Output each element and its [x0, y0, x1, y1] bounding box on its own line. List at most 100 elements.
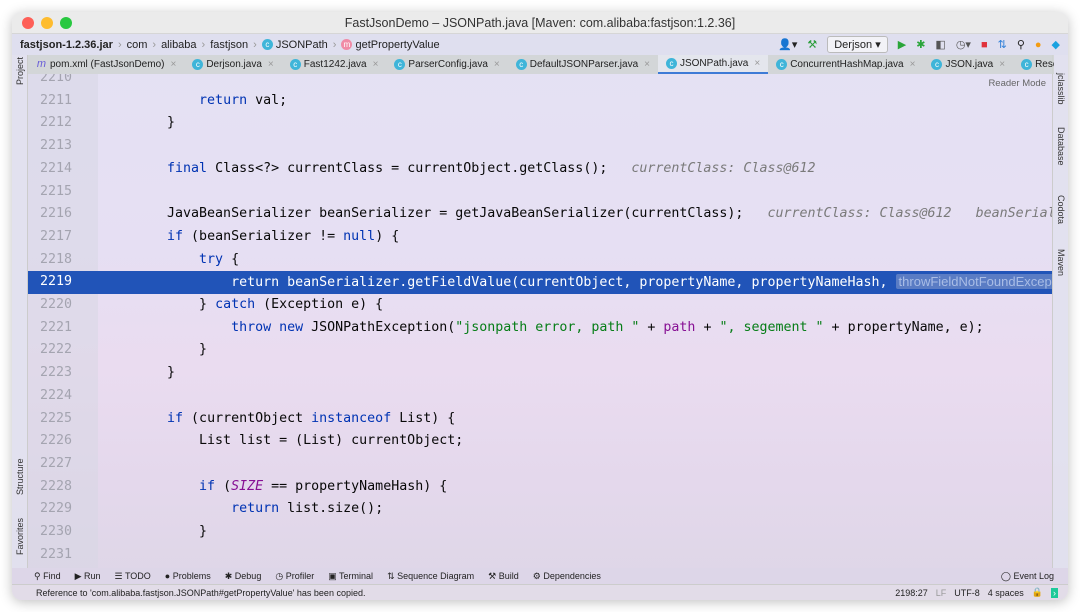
update-icon[interactable]: ●: [1035, 39, 1042, 51]
tool-build[interactable]: ⚒ Build: [488, 571, 519, 582]
code-line[interactable]: 2220 } catch (Exception e) {: [28, 294, 1052, 317]
run-icon[interactable]: ▶: [898, 38, 906, 51]
tool-profiler[interactable]: ◷ Profiler: [275, 571, 314, 582]
tool-sequence-diagram[interactable]: ⇅ Sequence Diagram: [387, 571, 474, 582]
breadcrumb-fastjson[interactable]: fastjson: [210, 39, 248, 51]
close-button[interactable]: [22, 17, 34, 29]
tool-todo[interactable]: ☰ TODO: [115, 571, 151, 582]
plugin-status-icon[interactable]: ›: [1051, 587, 1058, 598]
profile-icon[interactable]: ◷▾: [956, 38, 971, 51]
code-token: try: [199, 251, 224, 267]
tab-parserconfig-java[interactable]: c ParserConfig.java ×: [386, 55, 507, 74]
code-line[interactable]: 2213: [28, 135, 1052, 158]
code-text: JavaBeanSerializer beanSerializer = getJ…: [135, 203, 1052, 226]
code-editor[interactable]: Reader Mode 2210 2211 return val; 2212 } 22…: [28, 74, 1052, 568]
lock-icon[interactable]: 🔒: [1032, 587, 1043, 598]
close-tab-icon[interactable]: ×: [268, 59, 274, 70]
breadcrumb-jar[interactable]: fastjson-1.2.36.jar: [20, 39, 113, 51]
close-tab-icon[interactable]: ×: [754, 58, 760, 69]
plugin-icon[interactable]: ◆: [1052, 38, 1060, 51]
code-line[interactable]: 2217 if (beanSerializer != null) {: [28, 226, 1052, 249]
close-tab-icon[interactable]: ×: [373, 59, 379, 70]
terminal-icon: ▣: [328, 570, 340, 581]
code-text: try {: [135, 249, 239, 272]
class-icon: c: [261, 39, 273, 50]
tool-structure[interactable]: Structure: [15, 458, 25, 495]
minimize-button[interactable]: [41, 17, 53, 29]
tool-favorites[interactable]: Favorites: [15, 518, 25, 555]
zoom-button[interactable]: [60, 17, 72, 29]
code-line[interactable]: 2221 throw new JSONPathException("jsonpa…: [28, 317, 1052, 340]
code-token: if: [199, 478, 216, 494]
code-line[interactable]: 2228 if (SIZE == propertyNameHash) {: [28, 476, 1052, 499]
tab-resolvefielddeserializer-java[interactable]: cResolveFieldDeserializer.java×: [1013, 55, 1054, 74]
close-tab-icon[interactable]: ×: [170, 59, 176, 70]
tool-dependencies[interactable]: ⚙ Dependencies: [533, 571, 601, 582]
indent[interactable]: 4 spaces: [988, 588, 1024, 598]
breadcrumb-com[interactable]: com: [127, 39, 148, 51]
code-line[interactable]: 2224: [28, 385, 1052, 408]
breadcrumb-class[interactable]: JSONPath: [276, 39, 328, 51]
close-tab-icon[interactable]: ×: [999, 59, 1005, 70]
tool-database[interactable]: Database: [1056, 127, 1066, 166]
vcs-icon[interactable]: ⇅: [998, 38, 1007, 51]
coverage-icon[interactable]: ◧: [935, 38, 945, 51]
debug-icon[interactable]: ✱: [916, 38, 925, 51]
tab-concurrenthashmap-java[interactable]: c ConcurrentHashMap.java ×: [768, 55, 923, 74]
code-token: if: [167, 228, 184, 244]
tool-terminal[interactable]: ▣ Terminal: [328, 571, 373, 582]
tab-json-java[interactable]: c JSON.java ×: [923, 55, 1013, 74]
tab-derjson-java[interactable]: c Derjson.java ×: [184, 55, 281, 74]
tool-run[interactable]: ▶ Run: [75, 571, 101, 582]
sequence-diagram-icon: ⇅: [387, 570, 398, 581]
run-config-select[interactable]: Derjson ▾: [827, 36, 888, 53]
code-line[interactable]: 2223 }: [28, 362, 1052, 385]
caret-position[interactable]: 2198:27: [895, 588, 928, 598]
close-tab-icon[interactable]: ×: [910, 59, 916, 70]
code-line[interactable]: 2230 }: [28, 521, 1052, 544]
code-line[interactable]: 2212 }: [28, 112, 1052, 135]
code-line[interactable]: 2215: [28, 181, 1052, 204]
search-icon[interactable]: ⚲: [1017, 38, 1025, 51]
code-line[interactable]: 2226 List list = (List) currentObject;: [28, 430, 1052, 453]
tool-debug[interactable]: ✱ Debug: [225, 571, 262, 582]
code-text: if (currentObject instanceof List) {: [135, 408, 455, 431]
tool-maven[interactable]: Maven: [1056, 249, 1066, 276]
tab-defaultjsonparser-java[interactable]: c DefaultJSONParser.java ×: [508, 55, 658, 74]
tab-label: Derjson.java: [206, 59, 262, 70]
code-token: null: [343, 228, 376, 244]
code-line[interactable]: 2229 return list.size();: [28, 498, 1052, 521]
tool-jclasslib[interactable]: jclasslib: [1056, 73, 1066, 105]
close-tab-icon[interactable]: ×: [494, 59, 500, 70]
maven-file-icon: m: [36, 58, 47, 70]
tab-fast1242-java[interactable]: c Fast1242.java ×: [282, 55, 387, 74]
code-line[interactable]: 2222 }: [28, 339, 1052, 362]
code-line[interactable]: 2231: [28, 544, 1052, 567]
tool-label: Problems: [172, 571, 211, 581]
code-line[interactable]: 2218 try {: [28, 249, 1052, 272]
code-line[interactable]: 2216 JavaBeanSerializer beanSerializer =…: [28, 203, 1052, 226]
breadcrumb-method[interactable]: getPropertyValue: [355, 39, 439, 51]
tool-label: Run: [84, 570, 101, 581]
tool-find[interactable]: ⚲ Find: [34, 571, 61, 582]
close-tab-icon[interactable]: ×: [644, 59, 650, 70]
line-separator[interactable]: LF: [936, 588, 947, 598]
code-line[interactable]: 2227: [28, 453, 1052, 476]
event-log-button[interactable]: ◯ Event Log: [1001, 571, 1054, 582]
code-line[interactable]: 2219 return beanSerializer.getFieldValue…: [28, 271, 1052, 294]
code-line[interactable]: 2211 return val;: [28, 90, 1052, 113]
tab-pom-xml-fastjsondemo-[interactable]: m pom.xml (FastJsonDemo) ×: [28, 55, 184, 74]
user-icon[interactable]: 👤▾: [778, 38, 797, 51]
breadcrumb-alibaba[interactable]: alibaba: [161, 39, 196, 51]
code-line[interactable]: 2210: [28, 74, 1052, 90]
code-line[interactable]: 2214 final Class<?> currentClass = curre…: [28, 158, 1052, 181]
tool-problems[interactable]: ● Problems: [165, 571, 211, 581]
code-line[interactable]: 2225 if (currentObject instanceof List) …: [28, 408, 1052, 431]
tab-jsonpath-java[interactable]: c JSONPath.java ×: [657, 55, 769, 74]
build-hammer-icon[interactable]: ⚒: [807, 38, 817, 51]
tool-project[interactable]: Project: [15, 57, 25, 85]
stop-icon[interactable]: ■: [981, 39, 988, 51]
encoding[interactable]: UTF-8: [954, 588, 980, 598]
tool-codota[interactable]: Codota: [1056, 195, 1066, 224]
